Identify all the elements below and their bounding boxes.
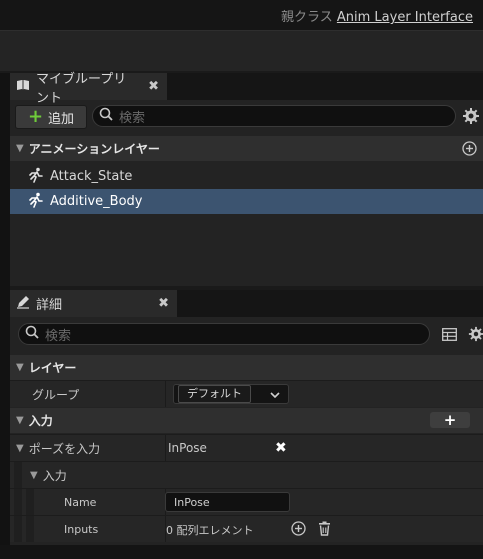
trash-icon[interactable] <box>318 521 331 539</box>
top-header: 親クラス Anim Layer Interface <box>0 0 483 30</box>
indent-guide <box>26 516 34 542</box>
pose-input-label: ポーズを入力 <box>28 441 101 456</box>
tab-details[interactable]: 詳細 ✖ <box>10 290 177 317</box>
group-combobox[interactable]: デフォルト <box>173 384 289 404</box>
add-circle-icon[interactable] <box>291 521 306 539</box>
section-title: レイヤー <box>28 361 77 375</box>
gear-icon[interactable] <box>468 326 483 345</box>
gear-icon[interactable] <box>462 107 480 128</box>
column-divider <box>165 435 166 461</box>
chevron-down-icon[interactable]: ▼ <box>16 443 24 454</box>
list-item[interactable]: Attack_State <box>10 164 483 189</box>
parent-class-info: 親クラス Anim Layer Interface <box>281 6 473 25</box>
pose-input-row[interactable]: ▼ ポーズを入力 InPose ✖ <box>10 434 483 461</box>
search-icon <box>25 325 39 343</box>
inputs-label: Inputs <box>64 522 99 536</box>
details-search-input[interactable]: 検索 <box>18 323 430 345</box>
indent-guide <box>14 489 22 515</box>
chevron-down-icon[interactable]: ▼ <box>16 415 24 426</box>
add-button-label: 追加 <box>48 111 75 127</box>
details-panel: 詳細 ✖ 検索 ▼ レイヤー グループ デフォルト ▼ 入力 + ▼ ポーズを入… <box>10 290 483 545</box>
blueprint-search-input[interactable]: 検索 <box>92 105 456 127</box>
name-input[interactable]: InPose <box>165 492 290 512</box>
section-title: アニメーションレイヤー <box>28 142 160 156</box>
inputs-section-header[interactable]: ▼ 入力 + <box>10 408 483 433</box>
plus-icon: + <box>27 106 44 127</box>
close-icon[interactable]: ✖ <box>148 79 159 94</box>
indent-guide <box>14 462 22 488</box>
tab-label: マイブループリント <box>36 71 127 106</box>
left-gutter <box>0 73 10 545</box>
name-row: Name InPose <box>10 488 483 515</box>
list-item-label: Additive_Body <box>50 194 143 209</box>
chevron-down-icon[interactable]: ▼ <box>30 470 38 481</box>
tab-my-blueprint[interactable]: マイブループリント ✖ <box>10 72 167 106</box>
pencil-icon <box>16 295 30 313</box>
running-figure-icon <box>28 167 44 187</box>
layer-section-header[interactable]: ▼ レイヤー <box>10 355 483 380</box>
indent-guide <box>26 489 34 515</box>
indent-guide <box>14 516 22 542</box>
chevron-down-icon <box>270 387 280 401</box>
name-label: Name <box>64 495 97 509</box>
running-figure-icon <box>28 192 44 212</box>
table-view-icon[interactable] <box>442 328 457 344</box>
chevron-down-icon[interactable]: ▼ <box>16 143 24 154</box>
toolbar-area <box>0 30 483 71</box>
inputs-row: Inputs 0 配列エレメント <box>10 515 483 542</box>
group-value: デフォルト <box>178 385 251 403</box>
close-icon[interactable]: ✖ <box>158 296 169 311</box>
inputs-array-count: 0 配列エレメント <box>166 524 254 537</box>
animation-layers-section[interactable]: ▼ アニメーションレイヤー <box>10 136 483 161</box>
group-label: グループ <box>32 387 80 402</box>
chevron-down-icon[interactable]: ▼ <box>16 362 24 373</box>
search-placeholder: 検索 <box>119 110 146 126</box>
add-circle-icon[interactable] <box>462 141 477 159</box>
add-input-button[interactable]: + <box>430 411 470 429</box>
my-blueprint-panel: マイブループリント ✖ + 追加 検索 ▼ アニメーションレイヤー Attack… <box>10 72 483 286</box>
my-blueprint-tabbar: マイブループリント ✖ <box>10 72 483 106</box>
parent-class-link[interactable]: Anim Layer Interface <box>337 10 473 25</box>
plus-icon: + <box>443 411 457 429</box>
sub-inputs-row[interactable]: ▼ 入力 <box>10 461 483 488</box>
details-tabbar: 詳細 ✖ <box>10 290 483 317</box>
pose-input-value: InPose <box>168 441 207 455</box>
group-row: グループ デフォルト <box>10 380 483 407</box>
add-button[interactable]: + 追加 <box>15 105 87 129</box>
parent-class-label: 親クラス <box>280 10 333 25</box>
sub-inputs-label: 入力 <box>42 468 67 483</box>
remove-x-icon[interactable]: ✖ <box>275 440 287 456</box>
list-item-label: Attack_State <box>50 169 133 184</box>
column-divider <box>165 381 166 407</box>
search-placeholder: 検索 <box>45 328 72 344</box>
bottom-strip <box>0 545 483 559</box>
book-icon <box>16 79 30 95</box>
list-item-selected[interactable]: Additive_Body <box>10 189 483 214</box>
section-title: 入力 <box>28 414 53 428</box>
search-icon <box>99 107 113 125</box>
tab-label: 詳細 <box>36 298 63 313</box>
